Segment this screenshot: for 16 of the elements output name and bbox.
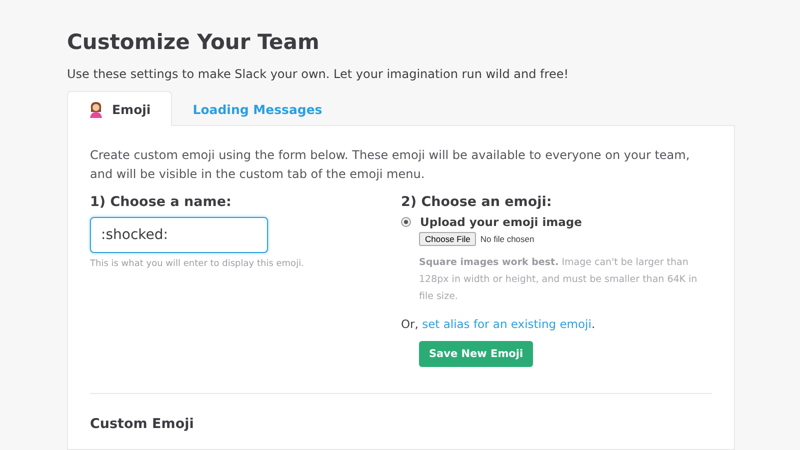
file-status: No file chosen	[480, 234, 534, 244]
alias-sentence: Or, set alias for an existing emoji.	[401, 317, 596, 331]
choose-file-button[interactable]: Choose File	[419, 232, 476, 246]
upload-label: Upload your emoji image	[420, 215, 582, 229]
intro-text: Create custom emoji using the form below. These emoji will be available to everyone on your team, and will be visible in the custom tab of the emoji menu.	[90, 147, 691, 183]
name-input[interactable]: :shocked:	[90, 217, 268, 253]
custom-emoji-heading: Custom Emoji	[90, 416, 195, 432]
name-heading: 1) Choose a name:	[90, 194, 232, 210]
person-icon	[88, 100, 104, 118]
page-title: Customize Your Team	[67, 30, 320, 54]
page-subtitle: Use these settings to make Slack your own. Let your imagination run wild and free!	[67, 67, 570, 81]
name-hint: This is what you will enter to display this emoji.	[90, 259, 305, 269]
emoji-heading: 2) Choose an emoji:	[401, 194, 553, 210]
upload-radio[interactable]	[401, 217, 411, 227]
tab[interactable]: Emoji	[67, 91, 172, 126]
image-note: Square images work best. Image can't be larger than 128px in width or height, and must be smaller than 64K in file size.	[419, 256, 698, 304]
